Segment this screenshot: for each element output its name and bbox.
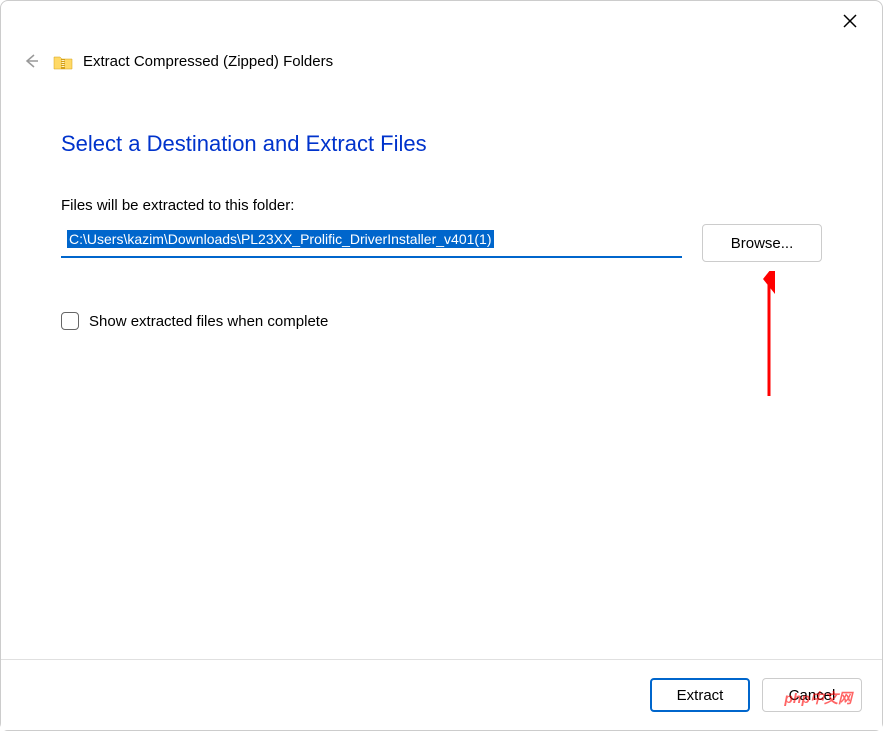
checkbox-row: Show extracted files when complete (61, 312, 822, 330)
show-files-checkbox[interactable] (61, 312, 79, 330)
close-button[interactable] (838, 9, 862, 33)
back-arrow-icon (22, 52, 40, 70)
cancel-button[interactable]: Cancel (762, 678, 862, 712)
back-button[interactable] (21, 51, 41, 71)
checkbox-label: Show extracted files when complete (89, 313, 328, 330)
header-row: Extract Compressed (Zipped) Folders (1, 41, 882, 81)
extract-dialog-window: Extract Compressed (Zipped) Folders Sele… (0, 0, 883, 731)
browse-button[interactable]: Browse... (702, 224, 822, 262)
titlebar (1, 1, 882, 41)
close-icon (843, 14, 857, 28)
footer: Extract Cancel (1, 659, 882, 730)
selected-path-text: C:\Users\kazim\Downloads\PL23XX_Prolific… (67, 230, 494, 248)
content-area: Select a Destination and Extract Files F… (1, 81, 882, 659)
extract-button[interactable]: Extract (650, 678, 750, 712)
input-row: C:\Users\kazim\Downloads\PL23XX_Prolific… (61, 224, 822, 262)
page-heading: Select a Destination and Extract Files (61, 131, 822, 157)
destination-path-input[interactable]: C:\Users\kazim\Downloads\PL23XX_Prolific… (61, 228, 682, 258)
zipped-folder-icon (53, 53, 71, 69)
dialog-title: Extract Compressed (Zipped) Folders (83, 53, 333, 70)
path-label: Files will be extracted to this folder: (61, 197, 822, 214)
